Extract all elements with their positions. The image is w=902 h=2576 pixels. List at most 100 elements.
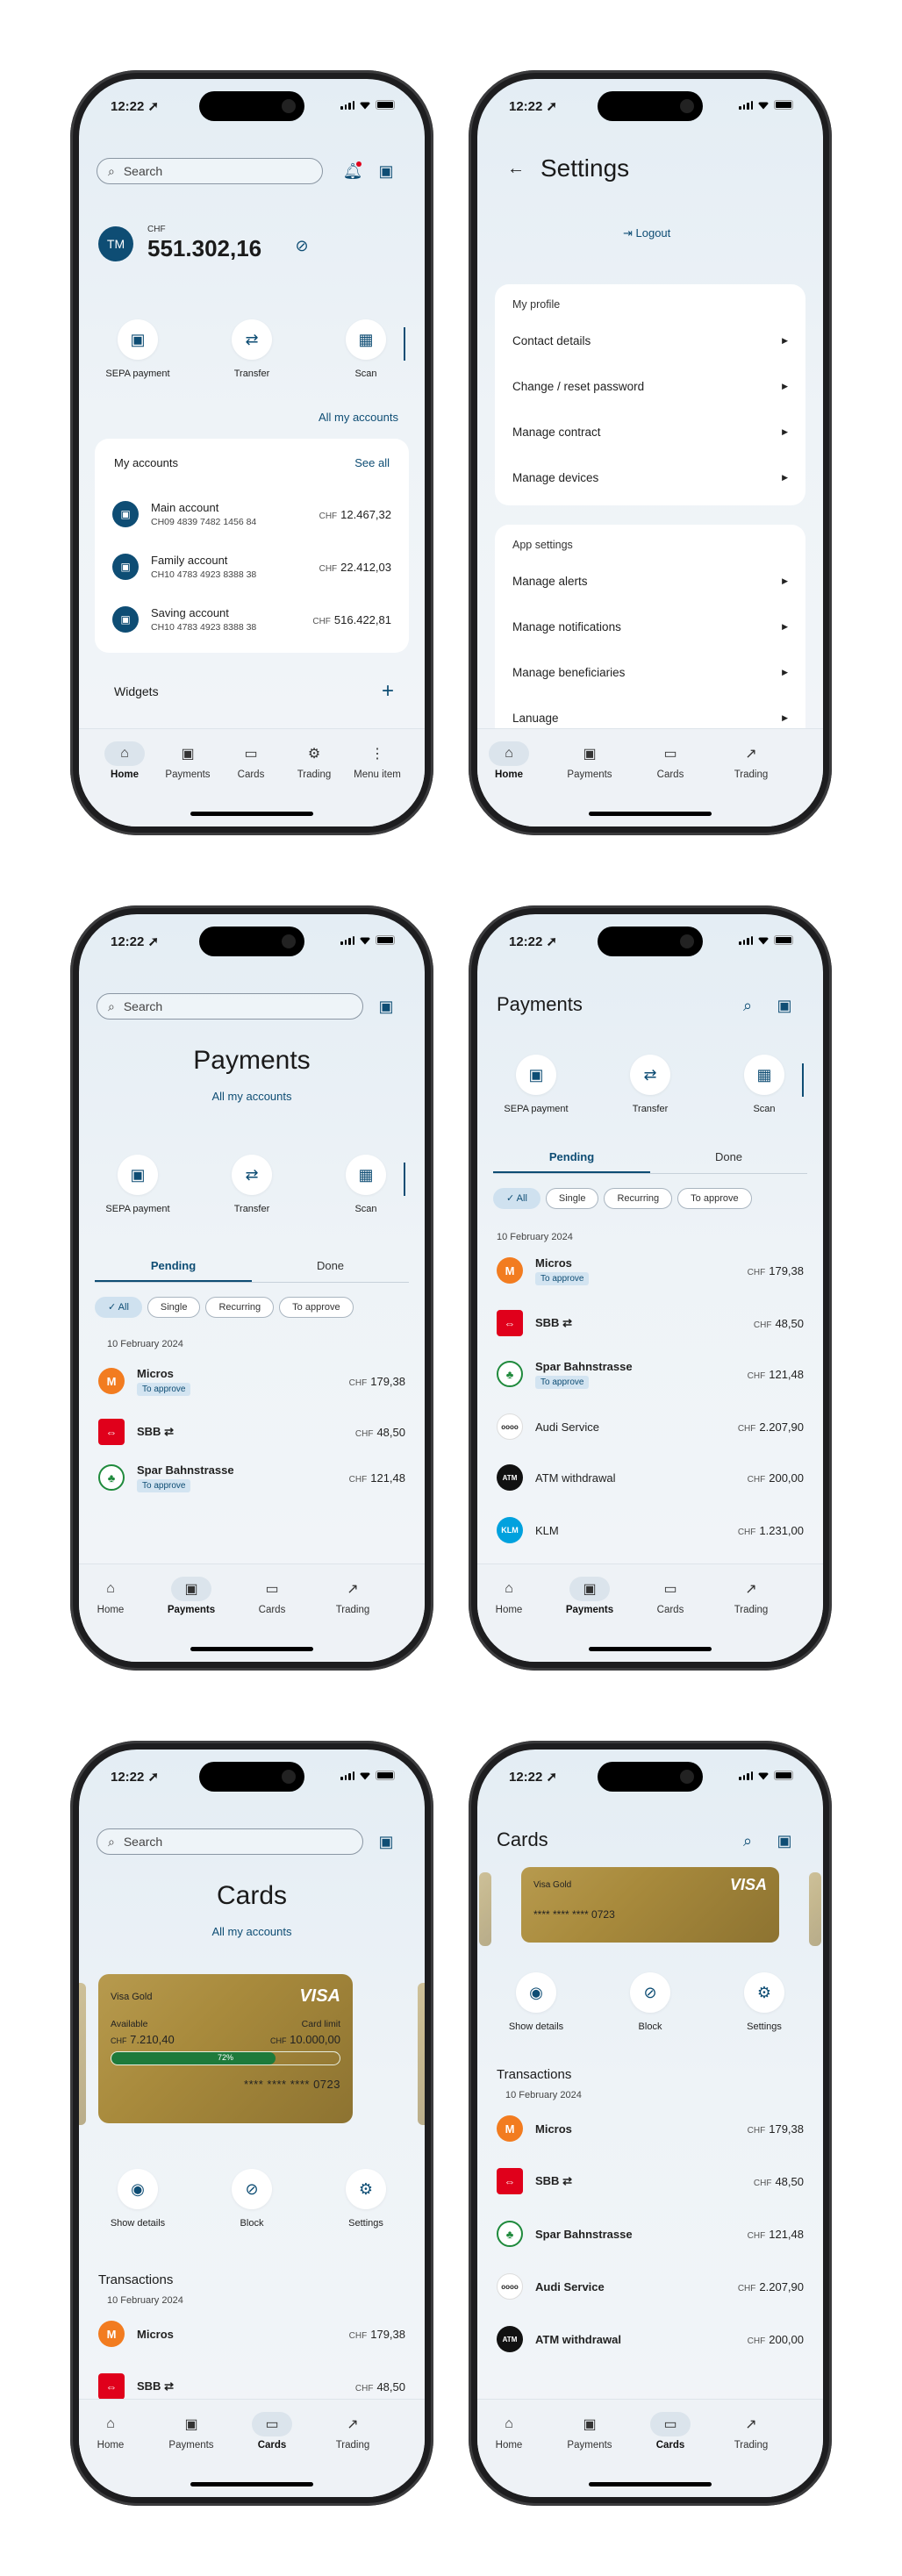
nav-cards[interactable]: ▭ Cards [635, 741, 705, 780]
nav-payments[interactable]: ▣ Payments [555, 2412, 625, 2451]
nav-payments[interactable]: ▣ Payments [156, 2412, 226, 2451]
nav-cards[interactable]: ▭ Cards [237, 1577, 307, 1615]
chip-single[interactable]: Single [147, 1297, 201, 1318]
nav-home[interactable]: ⌂ Home [477, 2412, 544, 2451]
visa-gold-card[interactable]: Visa Gold VISA Available Card limit CHF 7.… [98, 1974, 353, 2123]
nav-cards[interactable]: ▭ Cards [635, 1577, 705, 1615]
transaction-row[interactable]: ♣ Spar Bahnstrasse To approve CHF 121,48 [497, 1356, 804, 1392]
menu-alerts[interactable]: Manage alerts ▶ [495, 558, 805, 604]
account-row[interactable]: ▣ Main account CH09 4839 7482 1456 84 CHF 12… [95, 488, 409, 540]
avatar[interactable]: TM [98, 226, 133, 261]
action-block[interactable]: ⊘ Block [611, 1972, 690, 2032]
search-input[interactable]: ⌕ Search [97, 993, 363, 1020]
action-block[interactable]: ⊘ Block [212, 2169, 291, 2229]
chip-single[interactable]: Single [545, 1188, 599, 1209]
payment-shortcut-icon[interactable]: ▣ [772, 1828, 797, 1853]
transaction-row[interactable]: M Micros CHF 179,38 [497, 2111, 804, 2146]
quick-actions-scrollbar[interactable] [404, 327, 405, 361]
nav-home[interactable]: ⌂ Home [79, 1577, 146, 1615]
chip-recurring[interactable]: Recurring [205, 1297, 275, 1318]
transaction-row[interactable]: KLM KLM CHF 1.231,00 [497, 1513, 804, 1548]
transaction-row[interactable]: ATM ATM withdrawal CHF 200,00 [497, 2322, 804, 2357]
tab-pending[interactable]: Pending [95, 1251, 252, 1282]
add-widget-icon[interactable]: + [376, 679, 400, 704]
transaction-row[interactable]: ATM ATM withdrawal CHF 200,00 [497, 1460, 804, 1495]
nav-payments[interactable]: ▣ Payments [555, 1577, 625, 1615]
transaction-row[interactable]: ♣ Spar Bahnstrasse CHF 121,48 [497, 2216, 804, 2251]
nav-home[interactable]: ⌂ Home [477, 741, 544, 780]
quick-action-sepa[interactable]: ▣ SEPA payment [98, 1155, 177, 1214]
visa-gold-card[interactable]: Visa Gold VISA **** **** **** 0723 [521, 1867, 779, 1943]
hide-balance-icon[interactable]: ⊘ [290, 233, 314, 258]
nav-cards[interactable]: ▭ Cards [237, 2412, 307, 2451]
quick-actions-scrollbar[interactable] [802, 1063, 804, 1097]
see-all-link[interactable]: See all [354, 456, 390, 469]
transaction-row[interactable]: M Micros To approve CHF 179,38 [497, 1253, 804, 1288]
payment-shortcut-icon[interactable]: ▣ [374, 159, 398, 183]
action-settings[interactable]: ⚙ Settings [725, 1972, 804, 2032]
menu-password[interactable]: Change / reset password ▶ [495, 363, 805, 409]
transaction-row[interactable]: ⇔ SBB ⇄ CHF 48,50 [497, 1306, 804, 1341]
previous-card-peek[interactable] [79, 1983, 86, 2125]
tab-pending[interactable]: Pending [493, 1142, 650, 1173]
transaction-row[interactable]: ⇔ SBB ⇄ CHF 48,50 [497, 2164, 804, 2199]
quick-action-sepa[interactable]: ▣ SEPA payment [98, 319, 177, 379]
transaction-row[interactable]: ⇔ SBB ⇄ CHF 48,50 [98, 1414, 405, 1449]
back-arrow-icon[interactable]: ← [504, 156, 528, 181]
logout-button[interactable]: ⇥ Logout [623, 226, 670, 240]
nav-home[interactable]: ⌂ Home [89, 741, 160, 780]
nav-payments[interactable]: ▣ Payments [153, 741, 223, 780]
next-card-peek[interactable] [809, 1872, 821, 1946]
nav-cards[interactable]: ▭ Cards [635, 2412, 705, 2451]
nav-trading[interactable]: ↗ Trading [716, 2412, 786, 2451]
action-show-details[interactable]: ◉ Show details [98, 2169, 177, 2229]
nav-trading[interactable]: ↗ Trading [318, 1577, 388, 1615]
nav-payments[interactable]: ▣ Payments [555, 741, 625, 780]
quick-action-scan[interactable]: ▦ Scan [326, 319, 405, 379]
menu-contact-details[interactable]: Contact details ▶ [495, 318, 805, 363]
transaction-row[interactable]: M Micros CHF 179,38 [98, 2316, 405, 2351]
chip-to-approve[interactable]: To approve [677, 1188, 752, 1209]
quick-action-transfer[interactable]: ⇄ Transfer [212, 319, 291, 379]
chip-all[interactable]: ✓ All [95, 1297, 142, 1318]
nav-menu[interactable]: ⋮ Menu item [342, 741, 412, 780]
menu-notifications[interactable]: Manage notifications ▶ [495, 604, 805, 649]
nav-trading[interactable]: ↗ Trading [716, 1577, 786, 1615]
action-show-details[interactable]: ◉ Show details [497, 1972, 576, 2032]
chip-to-approve[interactable]: To approve [279, 1297, 354, 1318]
menu-contract[interactable]: Manage contract ▶ [495, 409, 805, 454]
payment-shortcut-icon[interactable]: ▣ [772, 993, 797, 1018]
account-row[interactable]: ▣ Saving account CH10 4783 4923 8388 38 CHF… [95, 593, 409, 646]
nav-cards[interactable]: ▭ Cards [216, 741, 286, 780]
menu-beneficiaries[interactable]: Manage beneficiaries ▶ [495, 649, 805, 695]
all-accounts-link[interactable]: All my accounts [79, 1925, 425, 1938]
account-row[interactable]: ▣ Family account CH10 4783 4923 8388 38 CHF… [95, 540, 409, 593]
all-accounts-link[interactable]: All my accounts [79, 1090, 425, 1103]
transaction-row[interactable]: ♣ Spar Bahnstrasse To approve CHF 121,48 [98, 1460, 405, 1495]
nav-trading[interactable]: ⚙ Trading [279, 741, 349, 780]
quick-action-scan[interactable]: ▦ Scan [725, 1055, 804, 1114]
action-settings[interactable]: ⚙ Settings [326, 2169, 405, 2229]
quick-action-sepa[interactable]: ▣ SEPA payment [497, 1055, 576, 1114]
nav-home[interactable]: ⌂ Home [477, 1577, 544, 1615]
quick-actions-scrollbar[interactable] [404, 1163, 405, 1196]
nav-home[interactable]: ⌂ Home [79, 2412, 146, 2451]
menu-devices[interactable]: Manage devices ▶ [495, 454, 805, 500]
all-accounts-link[interactable]: All my accounts [319, 411, 398, 424]
transaction-row[interactable]: M Micros To approve CHF 179,38 [98, 1363, 405, 1399]
next-card-peek[interactable] [418, 1983, 425, 2125]
tab-done[interactable]: Done [650, 1142, 807, 1173]
bell-icon[interactable]: 🔔︎ [340, 159, 365, 183]
search-input[interactable]: ⌕ Search [97, 158, 323, 184]
nav-payments[interactable]: ▣ Payments [156, 1577, 226, 1615]
payment-shortcut-icon[interactable]: ▣ [374, 1829, 398, 1854]
quick-action-transfer[interactable]: ⇄ Transfer [212, 1155, 291, 1214]
tab-done[interactable]: Done [252, 1251, 409, 1282]
nav-trading[interactable]: ↗ Trading [716, 741, 786, 780]
search-icon[interactable]: ⌕ [735, 1828, 760, 1853]
search-input[interactable]: ⌕ Search [97, 1828, 363, 1855]
quick-action-scan[interactable]: ▦ Scan [326, 1155, 405, 1214]
chip-all[interactable]: ✓ All [493, 1188, 540, 1209]
search-icon[interactable]: ⌕ [735, 993, 760, 1018]
transaction-row[interactable]: oooo Audi Service CHF 2.207,90 [497, 1409, 804, 1444]
